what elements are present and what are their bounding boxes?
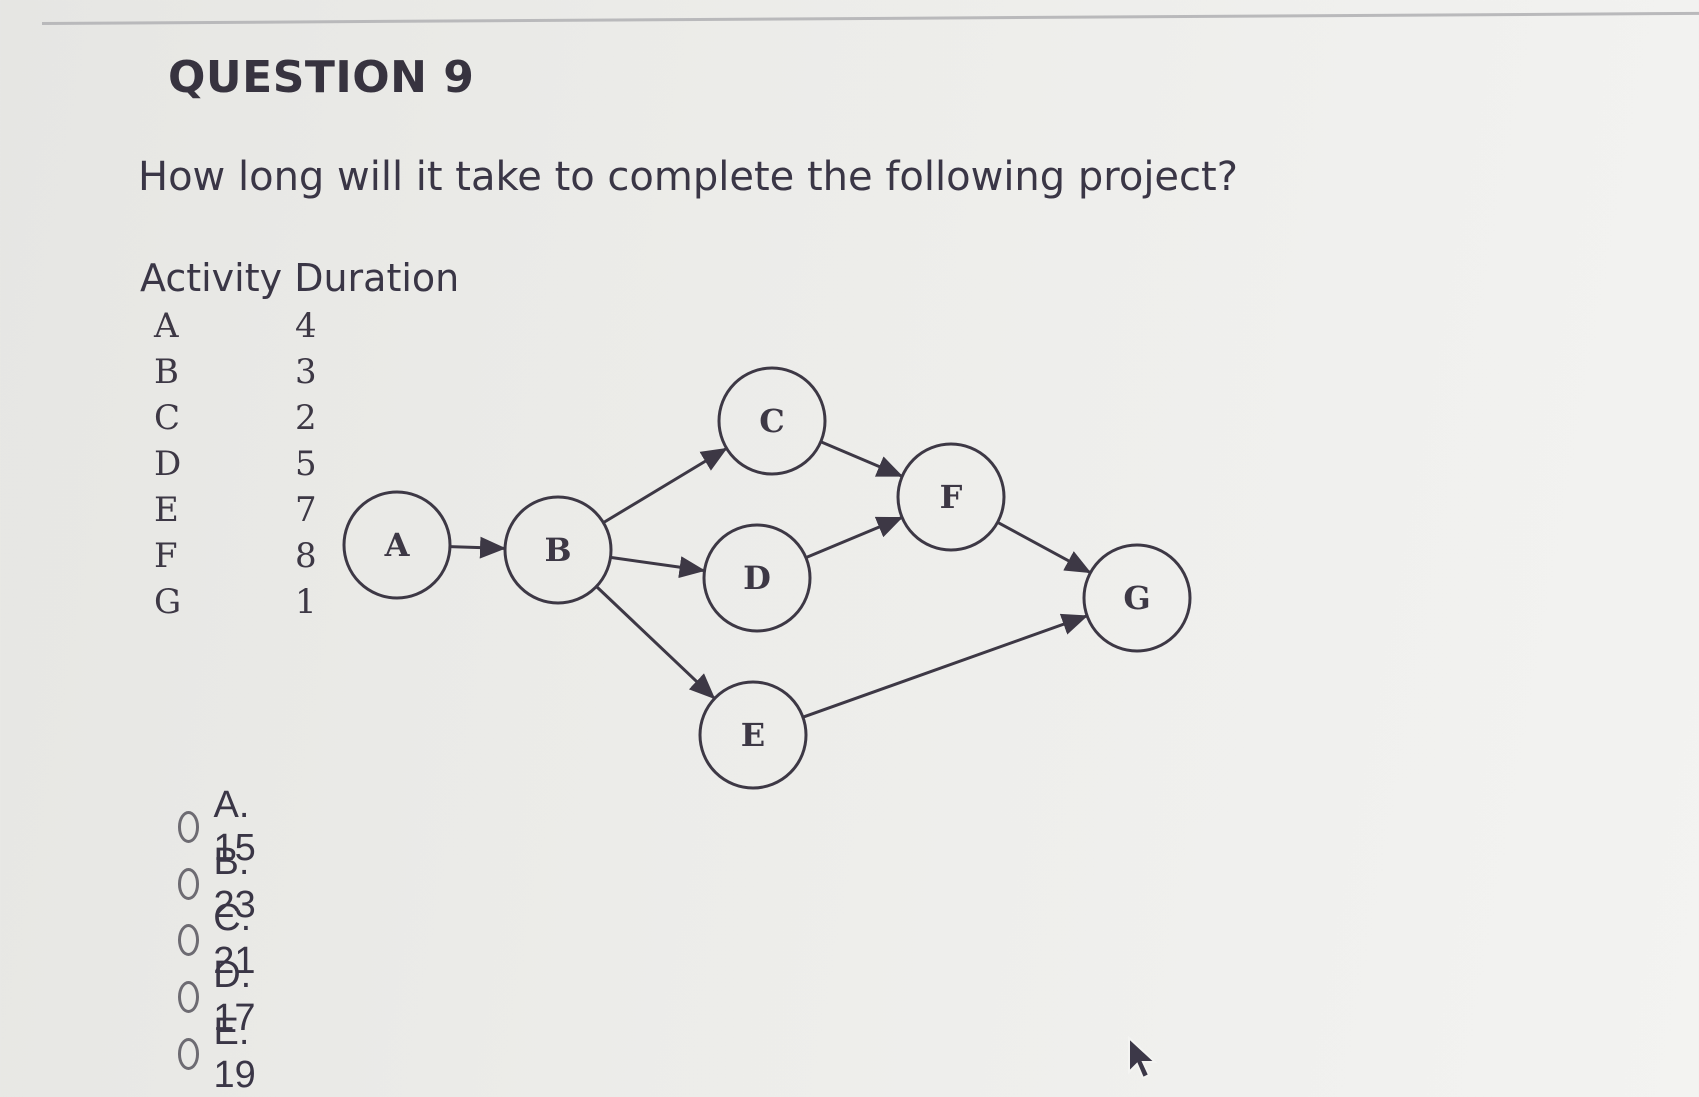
node-label: C: [759, 402, 784, 440]
edge-c-to-f: [820, 440, 904, 478]
radio-unselected-icon[interactable]: [178, 811, 200, 843]
node-label: E: [741, 716, 765, 754]
answer-option-e[interactable]: E. 19: [178, 1011, 266, 1096]
edge-b-to-c: [602, 447, 728, 524]
radio-unselected-icon[interactable]: [178, 868, 200, 900]
edge-a-to-b: [449, 536, 507, 559]
radio-unselected-icon[interactable]: [178, 981, 200, 1013]
node-label: G: [1123, 579, 1150, 617]
option-label: E. 19: [213, 1011, 256, 1096]
node-g: G: [1082, 543, 1192, 653]
edge-e-to-g: [802, 613, 1089, 719]
node-label: D: [743, 559, 771, 597]
node-f: F: [896, 442, 1006, 552]
node-e: E: [698, 680, 808, 790]
mouse-pointer-arrow-icon: [1128, 1036, 1158, 1080]
edge-b-to-d: [610, 555, 706, 579]
edge-d-to-f: [805, 516, 904, 559]
node-label: B: [544, 531, 571, 569]
node-a: A: [342, 490, 452, 600]
node-label: A: [384, 526, 411, 564]
radio-unselected-icon[interactable]: [178, 1038, 200, 1070]
node-b: B: [503, 495, 613, 605]
node-c: C: [717, 366, 827, 476]
nodes-layer: A B C D E F G: [342, 366, 1192, 790]
edge-b-to-e: [595, 585, 716, 700]
edge-f-to-g: [996, 520, 1092, 574]
node-label: F: [940, 478, 963, 516]
node-d: D: [702, 523, 812, 633]
radio-unselected-icon[interactable]: [178, 924, 200, 956]
